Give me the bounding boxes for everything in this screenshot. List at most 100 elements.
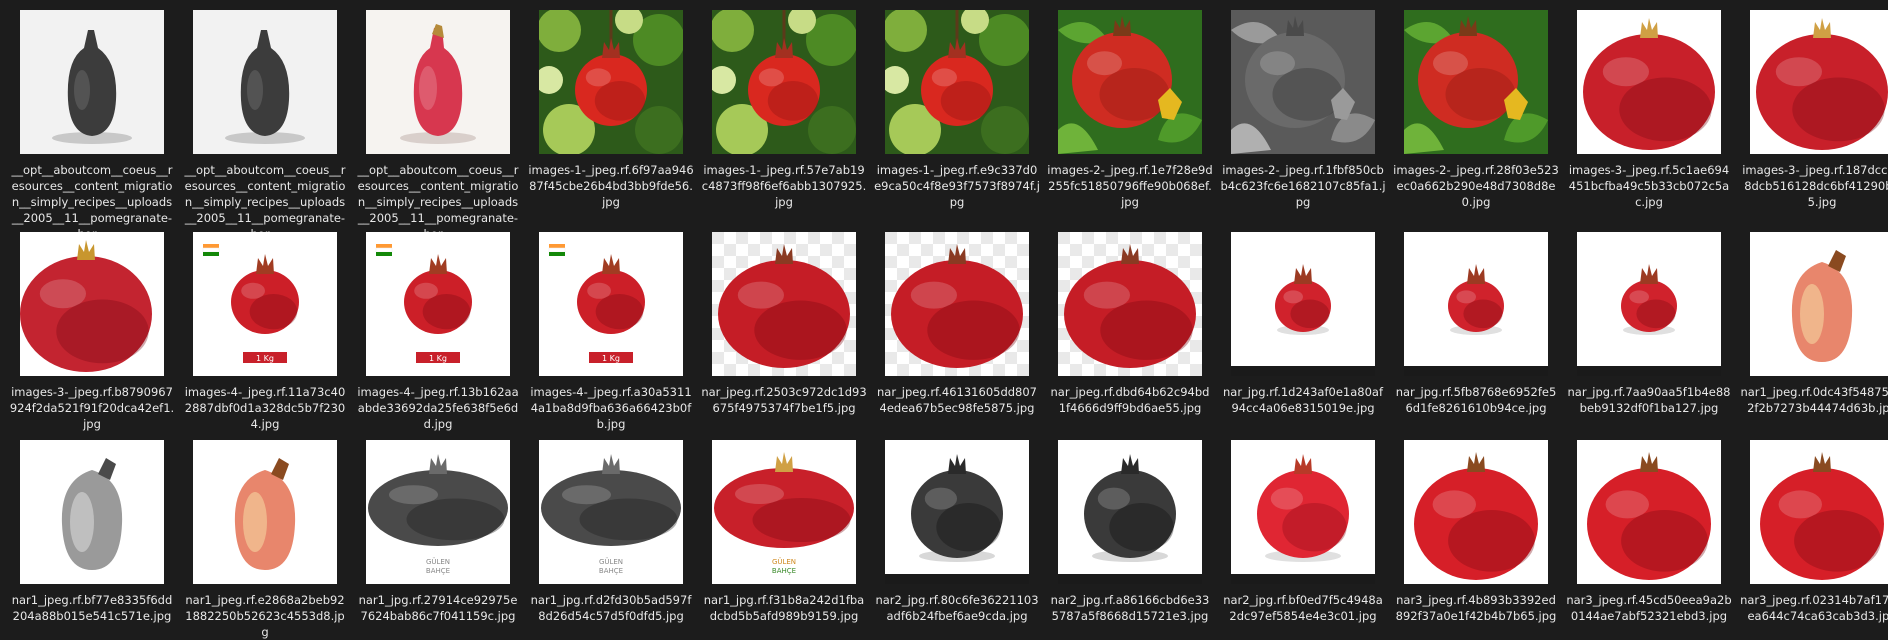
file-tile[interactable]: nar_jpeg.rf.2503c972dc1d93675f4975374f7b…: [701, 232, 867, 432]
file-name[interactable]: __opt__aboutcom__coeus__resources__conte…: [182, 162, 348, 242]
file-thumbnail[interactable]: [1058, 232, 1202, 376]
file-thumbnail[interactable]: [885, 440, 1029, 584]
file-thumbnail[interactable]: [539, 10, 683, 154]
file-tile[interactable]: images-2-_jpeg.rf.1e7f28e9d255fc51850796…: [1047, 10, 1213, 210]
file-tile[interactable]: nar_jpg.rf.7aa90aa5f1b4e88beb9132df0f1ba…: [1566, 232, 1732, 432]
file-tile[interactable]: GÜLEN BAHÇE nar1_jpg.rf.27914ce92975e7624…: [358, 440, 518, 640]
file-tile[interactable]: images-1-_jpeg.rf.57e7ab19c4873ff98f6ef6…: [701, 10, 867, 210]
file-tile[interactable]: images-2-_jpeg.rf.28f03e523ec0a662b290e4…: [1393, 10, 1559, 210]
file-name[interactable]: nar_jpg.rf.5fb8768e6952fe56d1fe8261610b9…: [1393, 384, 1559, 416]
file-name[interactable]: images-3-_jpeg.rf.b8790967924f2da521f91f…: [9, 384, 175, 432]
file-name[interactable]: images-1-_jpeg.rf.57e7ab19c4873ff98f6ef6…: [701, 162, 867, 210]
file-name[interactable]: images-2-_jpeg.rf.1e7f28e9d255fc51850796…: [1047, 162, 1213, 210]
file-name[interactable]: nar1_jpeg.rf.e2868a2beb921882250b52623c4…: [182, 592, 348, 640]
file-tile[interactable]: nar1_jpeg.rf.0dc43f54875d02f2b7273b44474…: [1739, 232, 1888, 432]
file-thumbnail[interactable]: [20, 232, 164, 376]
file-thumbnail[interactable]: [193, 10, 337, 154]
file-name[interactable]: images-3-_jpeg.rf.5c1ae694451bcfba49c5b3…: [1566, 162, 1732, 210]
file-tile[interactable]: nar3_jpeg.rf.02314b7af1799ea644c74ca63ca…: [1739, 440, 1888, 640]
file-name[interactable]: images-4-_jpeg.rf.13b162aaabde33692da25f…: [355, 384, 521, 432]
file-tile[interactable]: nar_jpeg.rf.46131605dd8074edea67b5ec98fe…: [877, 232, 1037, 432]
file-name[interactable]: nar2_jpg.rf.a86166cbd6e335787a5f8668d157…: [1047, 592, 1213, 624]
file-name[interactable]: images-2-_jpeg.rf.28f03e523ec0a662b290e4…: [1393, 162, 1559, 210]
file-name[interactable]: images-1-_jpeg.rf.6f97aa94687f45cbe26b4b…: [528, 162, 694, 210]
file-name[interactable]: __opt__aboutcom__coeus__resources__conte…: [355, 162, 521, 242]
file-tile[interactable]: images-1-_jpeg.rf.e9c337d0e9ca50c4f8e93f…: [874, 10, 1040, 210]
file-tile[interactable]: nar_jpg.rf.5fb8768e6952fe56d1fe8261610b9…: [1396, 232, 1556, 432]
file-name[interactable]: nar_jpg.rf.1d243af0e1a80af94cc4a06e83150…: [1220, 384, 1386, 416]
file-name[interactable]: nar1_jpg.rf.f31b8a242d1fbadcbd5b5afd989b…: [701, 592, 867, 624]
file-tile[interactable]: images-3-_jpeg.rf.b8790967924f2da521f91f…: [9, 232, 175, 432]
file-tile[interactable]: images-3-_jpeg.rf.187dcc3a8dcb516128dc6b…: [1742, 10, 1888, 210]
file-name[interactable]: nar_jpeg.rf.2503c972dc1d93675f4975374f7b…: [701, 384, 867, 416]
file-thumbnail[interactable]: 1 Kg: [193, 232, 337, 376]
file-thumbnail[interactable]: [1231, 440, 1375, 584]
file-tile[interactable]: nar2_jpg.rf.80c6fe36221103adf6b24fbef6ae…: [874, 440, 1040, 640]
file-thumbnail[interactable]: 1 Kg: [366, 232, 510, 376]
file-name[interactable]: nar3_jpeg.rf.4b893b3392ed892f37a0e1f42b4…: [1393, 592, 1559, 624]
file-tile[interactable]: nar3_jpeg.rf.4b893b3392ed892f37a0e1f42b4…: [1396, 440, 1556, 640]
file-thumbnail[interactable]: GÜLEN BAHÇE: [539, 440, 683, 584]
file-name[interactable]: nar3_jpeg.rf.02314b7af1799ea644c74ca63ca…: [1739, 592, 1888, 624]
file-tile[interactable]: 1 Kg images-4-_jpeg.rf.11a73c402887dbf0d1…: [185, 232, 345, 432]
file-name[interactable]: images-3-_jpeg.rf.187dcc3a8dcb516128dc6b…: [1739, 162, 1888, 210]
file-name[interactable]: images-4-_jpeg.rf.11a73c402887dbf0d1a328…: [182, 384, 348, 432]
file-name[interactable]: images-4-_jpeg.rf.a30a53114a1ba8d9fba636…: [528, 384, 694, 432]
file-thumbnail[interactable]: [712, 232, 856, 376]
file-name[interactable]: __opt__aboutcom__coeus__resources__conte…: [9, 162, 175, 242]
file-name[interactable]: nar1_jpeg.rf.bf77e8335f6dd204a88b015e541…: [9, 592, 175, 624]
file-tile[interactable]: images-1-_jpeg.rf.6f97aa94687f45cbe26b4b…: [528, 10, 694, 210]
file-tile[interactable]: nar2_jpg.rf.bf0ed7f5c4948a2dc97ef5854e4e…: [1223, 440, 1383, 640]
file-tile[interactable]: images-2-_jpeg.rf.1fbf850cbb4c623fc6e168…: [1220, 10, 1386, 210]
file-name[interactable]: nar2_jpg.rf.80c6fe36221103adf6b24fbef6ae…: [874, 592, 1040, 624]
file-thumbnail[interactable]: [1231, 232, 1375, 376]
file-thumbnail[interactable]: GÜLEN BAHÇE: [366, 440, 510, 584]
file-thumbnail[interactable]: [1750, 232, 1888, 376]
file-tile[interactable]: __opt__aboutcom__coeus__resources__conte…: [11, 10, 173, 241]
file-name[interactable]: images-2-_jpeg.rf.1fbf850cbb4c623fc6e168…: [1220, 162, 1386, 210]
file-thumbnail[interactable]: [366, 10, 510, 154]
file-thumbnail[interactable]: [885, 10, 1029, 154]
file-tile[interactable]: nar2_jpg.rf.a86166cbd6e335787a5f8668d157…: [1050, 440, 1210, 640]
file-name[interactable]: nar_jpg.rf.7aa90aa5f1b4e88beb9132df0f1ba…: [1566, 384, 1732, 416]
file-tile[interactable]: GÜLEN BAHÇE nar1_jpg.rf.f31b8a242d1fbadcb…: [704, 440, 864, 640]
file-name[interactable]: nar3_jpeg.rf.45cd50eea9a2b0144ae7abf5232…: [1566, 592, 1732, 624]
file-tile[interactable]: 1 Kg images-4-_jpeg.rf.a30a53114a1ba8d9fb…: [528, 232, 694, 432]
file-thumbnail[interactable]: [20, 10, 164, 154]
file-thumbnail[interactable]: [1058, 10, 1202, 154]
file-thumbnail[interactable]: [1404, 440, 1548, 584]
file-thumbnail[interactable]: [1577, 10, 1721, 154]
file-thumbnail[interactable]: [1577, 232, 1721, 376]
file-tile[interactable]: __opt__aboutcom__coeus__resources__conte…: [184, 10, 346, 241]
file-thumbnail[interactable]: 1 Kg: [539, 232, 683, 376]
file-name[interactable]: nar2_jpg.rf.bf0ed7f5c4948a2dc97ef5854e4e…: [1220, 592, 1386, 624]
file-thumbnail[interactable]: [1058, 440, 1202, 584]
file-tile[interactable]: nar_jpg.rf.1d243af0e1a80af94cc4a06e83150…: [1223, 232, 1383, 432]
file-thumbnail[interactable]: [1577, 440, 1721, 584]
file-name[interactable]: nar_jpeg.rf.46131605dd8074edea67b5ec98fe…: [874, 384, 1040, 416]
file-thumbnail[interactable]: [1404, 232, 1548, 376]
file-thumbnail[interactable]: [193, 440, 337, 584]
file-name[interactable]: nar1_jpg.rf.27914ce92975e7624bab86c7f041…: [355, 592, 521, 624]
file-thumbnail[interactable]: [1750, 440, 1888, 584]
file-tile[interactable]: __opt__aboutcom__coeus__resources__conte…: [357, 10, 519, 241]
file-name[interactable]: nar1_jpg.rf.d2fd30b5ad597f8d26d54c57d5f0…: [528, 592, 694, 624]
file-thumbnail[interactable]: [1404, 10, 1548, 154]
file-thumbnail[interactable]: [1231, 10, 1375, 154]
file-tile[interactable]: GÜLEN BAHÇE nar1_jpg.rf.d2fd30b5ad597f8d2…: [531, 440, 691, 640]
file-thumbnail[interactable]: GÜLEN BAHÇE: [712, 440, 856, 584]
file-tile[interactable]: nar3_jpeg.rf.45cd50eea9a2b0144ae7abf5232…: [1566, 440, 1732, 640]
file-tile[interactable]: nar1_jpeg.rf.bf77e8335f6dd204a88b015e541…: [12, 440, 172, 640]
file-tile[interactable]: 1 Kg images-4-_jpeg.rf.13b162aaabde33692d…: [355, 232, 521, 432]
file-tile[interactable]: nar1_jpeg.rf.e2868a2beb921882250b52623c4…: [185, 440, 345, 640]
file-name[interactable]: nar_jpeg.rf.dbd64b62c94bd1f4666d9ff9bd6a…: [1047, 384, 1213, 416]
file-tile[interactable]: images-3-_jpeg.rf.5c1ae694451bcfba49c5b3…: [1569, 10, 1729, 210]
file-name[interactable]: nar1_jpeg.rf.0dc43f54875d02f2b7273b44474…: [1739, 384, 1888, 416]
file-thumbnail[interactable]: [712, 10, 856, 154]
file-name[interactable]: images-1-_jpeg.rf.e9c337d0e9ca50c4f8e93f…: [874, 162, 1040, 210]
brand-line1: GÜLEN: [599, 557, 623, 566]
file-thumbnail[interactable]: [20, 440, 164, 584]
file-thumbnail[interactable]: [1750, 10, 1888, 154]
file-thumbnail[interactable]: [885, 232, 1029, 376]
file-tile[interactable]: nar_jpeg.rf.dbd64b62c94bd1f4666d9ff9bd6a…: [1050, 232, 1210, 432]
